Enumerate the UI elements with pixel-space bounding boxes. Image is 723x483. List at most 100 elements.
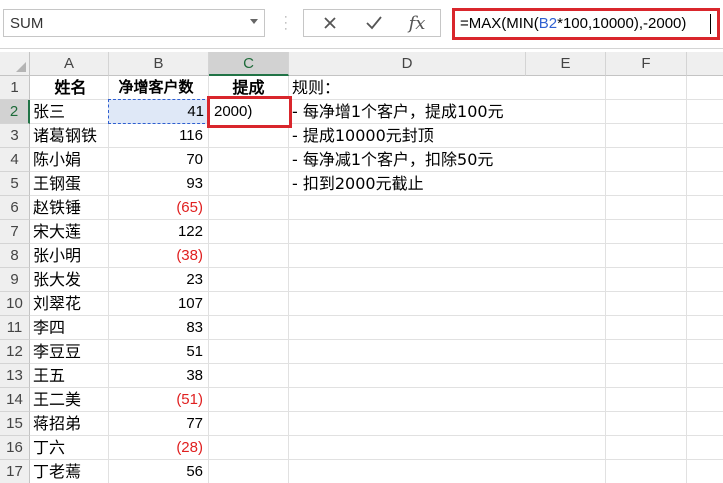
grid-cell[interactable] xyxy=(289,436,526,460)
grid-cell[interactable] xyxy=(687,364,723,388)
chevron-down-icon[interactable] xyxy=(250,19,258,24)
grid-cell[interactable] xyxy=(209,244,289,268)
grid-cell[interactable] xyxy=(526,460,606,483)
grid-cell[interactable] xyxy=(209,412,289,436)
customer-count-cell[interactable]: 93 xyxy=(109,172,209,196)
customer-count-cell[interactable]: 116 xyxy=(109,124,209,148)
formula-input[interactable]: =MAX(MIN(B2*100,10000),-2000) xyxy=(452,8,720,40)
grid-cell[interactable] xyxy=(526,340,606,364)
name-cell[interactable]: 诸葛钢铁 xyxy=(30,124,109,148)
grid-cell[interactable] xyxy=(209,436,289,460)
grid-cell[interactable] xyxy=(289,268,526,292)
select-all-button[interactable] xyxy=(0,52,30,76)
grid-cell[interactable] xyxy=(687,220,723,244)
grid-cell[interactable] xyxy=(606,148,687,172)
grid-cell[interactable] xyxy=(289,364,526,388)
name-cell[interactable]: 王二美 xyxy=(30,388,109,412)
row-header[interactable]: 15 xyxy=(0,412,30,436)
grid-cell[interactable] xyxy=(289,316,526,340)
grid-cell[interactable] xyxy=(687,316,723,340)
name-cell[interactable]: 蒋招弟 xyxy=(30,412,109,436)
row-header[interactable]: 6 xyxy=(0,196,30,220)
header-cell-new-customers[interactable]: 净增客户数 xyxy=(109,76,209,100)
name-cell[interactable]: 陈小娟 xyxy=(30,148,109,172)
grid-cell[interactable] xyxy=(209,268,289,292)
customer-count-cell[interactable]: (65) xyxy=(109,196,209,220)
row-header[interactable]: 12 xyxy=(0,340,30,364)
grid-cell[interactable] xyxy=(606,100,687,124)
grid-cell[interactable] xyxy=(606,244,687,268)
name-cell[interactable]: 张小明 xyxy=(30,244,109,268)
grid-cell[interactable] xyxy=(687,196,723,220)
column-header-b[interactable]: B xyxy=(109,52,209,76)
grid-cell[interactable] xyxy=(687,268,723,292)
column-header-f[interactable]: F xyxy=(606,52,687,76)
name-cell[interactable]: 赵铁锤 xyxy=(30,196,109,220)
grid-cell[interactable] xyxy=(209,388,289,412)
grid-cell[interactable] xyxy=(687,76,723,100)
grid-cell[interactable] xyxy=(209,364,289,388)
row-header[interactable]: 8 xyxy=(0,244,30,268)
column-header-d[interactable]: D xyxy=(289,52,526,76)
grid-cell[interactable] xyxy=(289,196,526,220)
grid-cell[interactable] xyxy=(606,196,687,220)
customer-count-cell[interactable]: (28) xyxy=(109,436,209,460)
grid-cell[interactable] xyxy=(606,172,687,196)
customer-count-cell[interactable]: 70 xyxy=(109,148,209,172)
column-header-g[interactable] xyxy=(687,52,723,76)
grid-cell[interactable] xyxy=(209,172,289,196)
row-header[interactable]: 2 xyxy=(0,100,30,124)
grid-cell[interactable] xyxy=(606,76,687,100)
row-header[interactable]: 16 xyxy=(0,436,30,460)
rule-line[interactable]: - 扣到2000元截止 xyxy=(289,172,526,196)
customer-count-cell[interactable]: 51 xyxy=(109,340,209,364)
grid-cell[interactable] xyxy=(209,148,289,172)
row-header[interactable]: 14 xyxy=(0,388,30,412)
grid-cell[interactable] xyxy=(209,460,289,483)
grid-cell[interactable] xyxy=(687,124,723,148)
customer-count-cell[interactable]: 77 xyxy=(109,412,209,436)
grid-cell[interactable] xyxy=(606,412,687,436)
grid-cell[interactable] xyxy=(209,220,289,244)
name-cell[interactable]: 刘翠花 xyxy=(30,292,109,316)
name-cell[interactable]: 张大发 xyxy=(30,268,109,292)
name-cell[interactable]: 丁老蔫 xyxy=(30,460,109,483)
name-cell[interactable]: 李豆豆 xyxy=(30,340,109,364)
grid-cell[interactable] xyxy=(289,220,526,244)
grid-cell[interactable] xyxy=(526,124,606,148)
row-header[interactable]: 13 xyxy=(0,364,30,388)
customer-count-cell[interactable]: 83 xyxy=(109,316,209,340)
row-header[interactable]: 7 xyxy=(0,220,30,244)
name-cell[interactable]: 王五 xyxy=(30,364,109,388)
name-cell[interactable]: 王钢蛋 xyxy=(30,172,109,196)
grid-cell[interactable] xyxy=(606,220,687,244)
grid-cell[interactable] xyxy=(606,436,687,460)
grid-cell[interactable] xyxy=(209,340,289,364)
grid-cell[interactable] xyxy=(687,340,723,364)
grid-cell[interactable] xyxy=(289,292,526,316)
customer-count-cell[interactable]: (51) xyxy=(109,388,209,412)
row-header[interactable]: 9 xyxy=(0,268,30,292)
grid-cell[interactable] xyxy=(687,148,723,172)
customer-count-cell[interactable]: 41 xyxy=(109,100,209,124)
grid-cell[interactable] xyxy=(289,388,526,412)
rule-line[interactable]: - 提成10000元封顶 xyxy=(289,124,526,148)
customer-count-cell[interactable]: 38 xyxy=(109,364,209,388)
grid-cell[interactable] xyxy=(526,220,606,244)
grid-cell[interactable] xyxy=(209,196,289,220)
customer-count-cell[interactable]: 23 xyxy=(109,268,209,292)
grid-cell[interactable] xyxy=(606,292,687,316)
grid-cell[interactable] xyxy=(526,148,606,172)
customer-count-cell[interactable]: (38) xyxy=(109,244,209,268)
grid-cell[interactable] xyxy=(687,292,723,316)
grid-cell[interactable] xyxy=(687,244,723,268)
grid-cell[interactable] xyxy=(526,244,606,268)
grid-cell[interactable] xyxy=(209,316,289,340)
grid-cell[interactable] xyxy=(606,124,687,148)
splitter-handle-icon[interactable]: · · · xyxy=(284,12,288,35)
grid-cell[interactable] xyxy=(526,388,606,412)
grid-cell[interactable] xyxy=(606,388,687,412)
grid-cell[interactable] xyxy=(606,460,687,483)
row-header[interactable]: 5 xyxy=(0,172,30,196)
grid-cell[interactable] xyxy=(526,196,606,220)
